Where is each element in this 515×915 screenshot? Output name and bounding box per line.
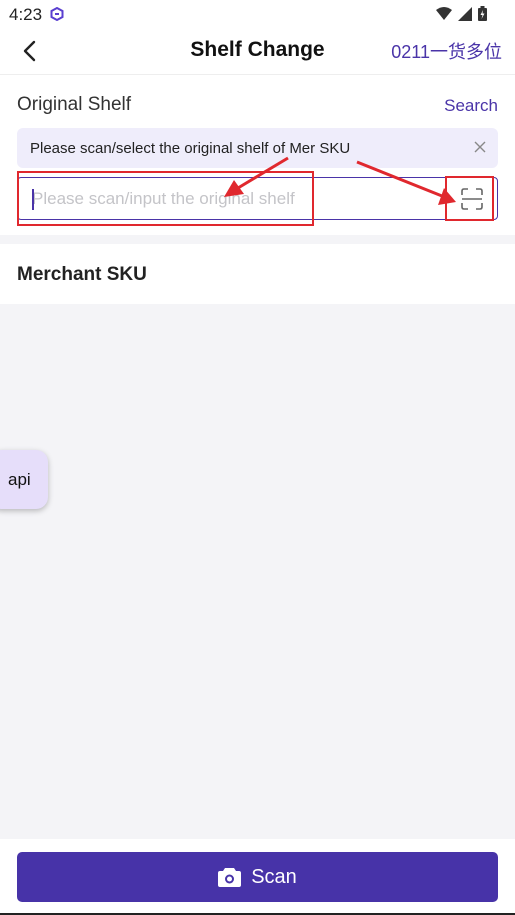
close-icon[interactable] [473, 140, 487, 154]
tip-banner: Please scan/select the original shelf of… [17, 128, 498, 168]
original-shelf-input[interactable] [32, 178, 432, 219]
status-time: 4:23 [9, 5, 43, 24]
original-shelf-field[interactable] [17, 177, 498, 220]
signal-icon [458, 6, 472, 21]
wifi-icon [436, 6, 452, 20]
merchant-sku-title: Merchant SKU [17, 264, 147, 285]
status-bar: 4:23 [0, 0, 515, 28]
app-header: Shelf Change 0211一货多位 [0, 28, 515, 75]
api-floating-button[interactable]: api [0, 450, 48, 509]
text-caret [32, 189, 34, 210]
status-icons [436, 6, 487, 21]
tip-text: Please scan/select the original shelf of… [30, 140, 351, 157]
bottom-bar: Scan [0, 839, 515, 915]
search-link[interactable]: Search [444, 96, 498, 116]
scan-frame-icon[interactable] [461, 188, 483, 210]
battery-icon [478, 6, 487, 21]
original-shelf-section: Original Shelf Search Please scan/select… [0, 75, 515, 235]
original-shelf-label: Original Shelf [17, 94, 132, 115]
camera-icon [218, 868, 242, 887]
api-label: api [8, 470, 31, 489]
app-icon [50, 7, 64, 21]
merchant-sku-section: Merchant SKU [0, 244, 515, 304]
header-right-label[interactable]: 0211一货多位 [391, 38, 502, 64]
scan-button-label: Scan [251, 865, 297, 888]
scan-button[interactable]: Scan [17, 852, 498, 902]
